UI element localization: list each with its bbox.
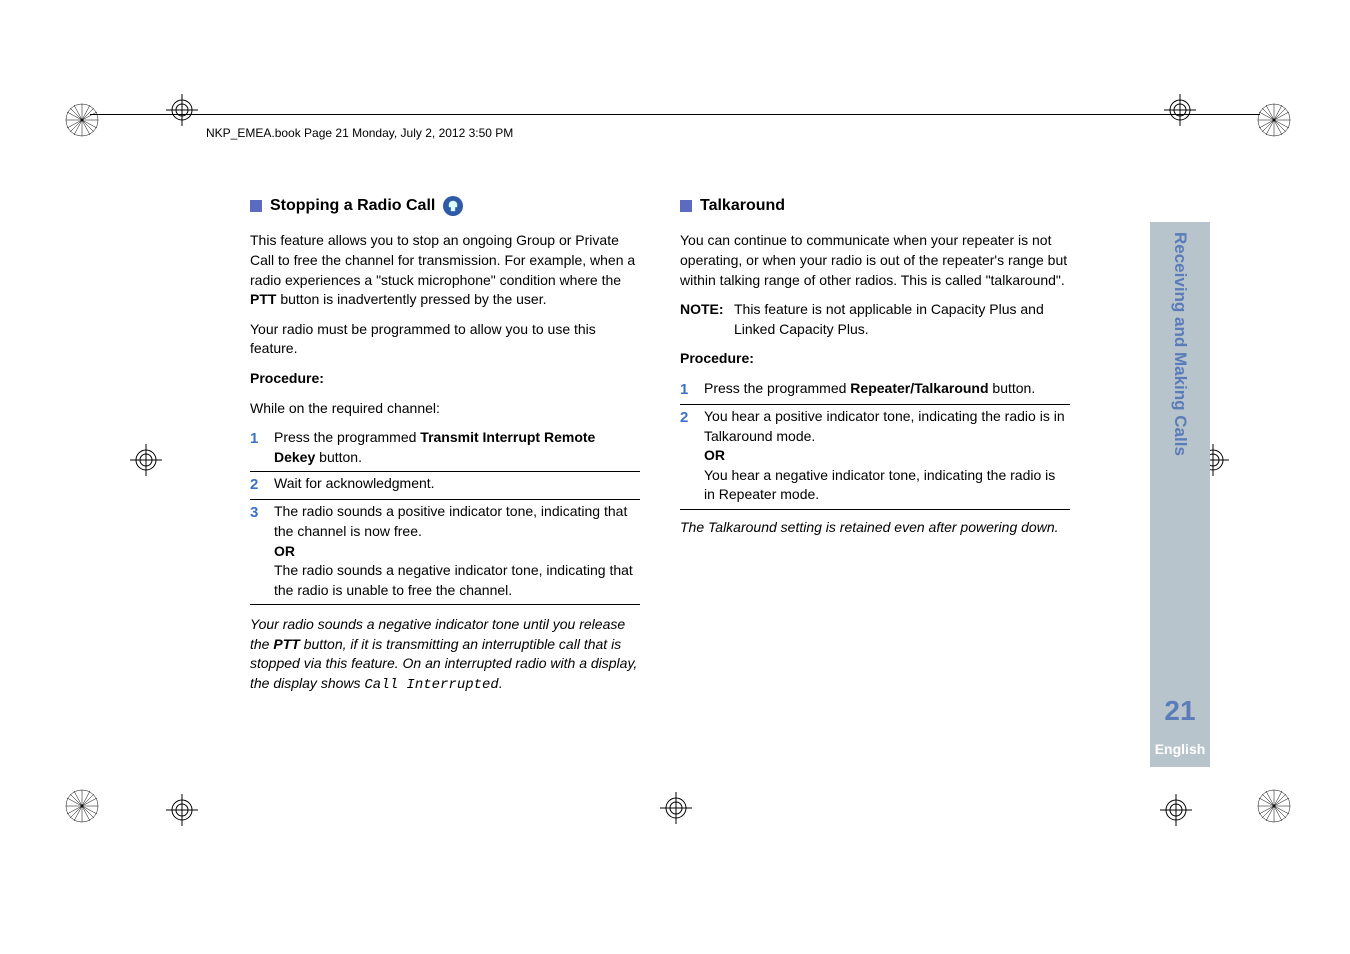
page: NKP_EMEA.book Page 21 Monday, July 2, 20… — [0, 0, 1350, 954]
right-column: Talkaround You can continue to communica… — [680, 195, 1070, 706]
heading-text: Stopping a Radio Call — [270, 195, 435, 217]
text: Press the programmed — [704, 380, 850, 396]
corner-circle-icon — [64, 102, 100, 138]
step-text: You hear a positive indicator tone, indi… — [704, 407, 1070, 505]
corner-circle-icon — [64, 788, 100, 824]
text: button. — [989, 380, 1036, 396]
ptt-label: PTT — [273, 636, 299, 652]
text: The radio sounds a negative indicator to… — [274, 562, 633, 598]
procedure-sub: While on the required channel: — [250, 399, 640, 419]
step-1: 1 Press the programmed Repeater/Talkarou… — [680, 379, 1070, 405]
note-text: This feature is not applicable in Capaci… — [734, 300, 1070, 339]
page-number: 21 — [1150, 695, 1210, 727]
intro-paragraph: This feature allows you to stop an ongoi… — [250, 231, 640, 309]
text: button. — [315, 449, 362, 465]
intro-paragraph: You can continue to communicate when you… — [680, 231, 1070, 290]
note-row: NOTE: This feature is not applicable in … — [680, 300, 1070, 339]
or-label: OR — [274, 543, 295, 559]
header-text: NKP_EMEA.book Page 21 Monday, July 2, 20… — [206, 126, 513, 140]
step-text: Wait for acknowledgment. — [274, 474, 640, 495]
register-mark-icon — [1160, 794, 1192, 826]
text: Press the programmed — [274, 429, 420, 445]
corner-circle-icon — [1256, 102, 1292, 138]
section-heading-stopping: Stopping a Radio Call — [250, 195, 640, 217]
left-column: Stopping a Radio Call This feature allow… — [250, 195, 640, 706]
button-name: Repeater/Talkaround — [850, 380, 988, 396]
register-mark-icon — [166, 794, 198, 826]
register-mark-icon — [660, 792, 692, 824]
code-text: Call Interrupted — [364, 677, 498, 693]
step-number: 3 — [250, 502, 274, 600]
procedure-label: Procedure: — [250, 369, 640, 389]
text: button is inadvertently pressed by the u… — [276, 291, 546, 307]
step-1: 1 Press the programmed Transmit Interrup… — [250, 428, 640, 472]
content-area: Stopping a Radio Call This feature allow… — [250, 195, 1070, 706]
register-mark-icon — [166, 94, 198, 126]
step-number: 2 — [250, 474, 274, 495]
ptt-label: PTT — [250, 291, 276, 307]
step-text: Press the programmed Repeater/Talkaround… — [704, 379, 1070, 400]
step-2: 2 Wait for acknowledgment. — [250, 474, 640, 500]
bullet-icon — [250, 200, 262, 212]
procedure-label: Procedure: — [680, 349, 1070, 369]
step-text: Press the programmed Transmit Interrupt … — [274, 428, 640, 467]
programming-note: Your radio must be programmed to allow y… — [250, 320, 640, 359]
bullet-icon — [680, 200, 692, 212]
header-divider — [90, 114, 1260, 115]
text: . — [499, 675, 503, 691]
or-label: OR — [704, 447, 725, 463]
footer-note: Your radio sounds a negative indicator t… — [250, 615, 640, 695]
heading-text: Talkaround — [700, 195, 785, 217]
note-label: NOTE: — [680, 300, 734, 339]
corner-circle-icon — [1256, 788, 1292, 824]
text: The radio sounds a positive indicator to… — [274, 503, 627, 539]
side-tab: Receiving and Making Calls 21 English — [1150, 222, 1210, 767]
step-number: 2 — [680, 407, 704, 505]
step-number: 1 — [250, 428, 274, 467]
section-heading-talkaround: Talkaround — [680, 195, 1070, 217]
step-3: 3 The radio sounds a positive indicator … — [250, 502, 640, 605]
footer-note: The Talkaround setting is retained even … — [680, 518, 1070, 538]
text: This feature allows you to stop an ongoi… — [250, 232, 635, 287]
step-number: 1 — [680, 379, 704, 400]
text: You hear a positive indicator tone, indi… — [704, 408, 1065, 444]
language-label: English — [1150, 741, 1210, 757]
step-2: 2 You hear a positive indicator tone, in… — [680, 407, 1070, 510]
register-mark-icon — [1164, 94, 1196, 126]
text: You hear a negative indicator tone, indi… — [704, 467, 1055, 503]
feature-icon — [443, 196, 463, 216]
section-tab-title: Receiving and Making Calls — [1170, 232, 1190, 456]
register-mark-icon — [130, 444, 162, 476]
step-text: The radio sounds a positive indicator to… — [274, 502, 640, 600]
